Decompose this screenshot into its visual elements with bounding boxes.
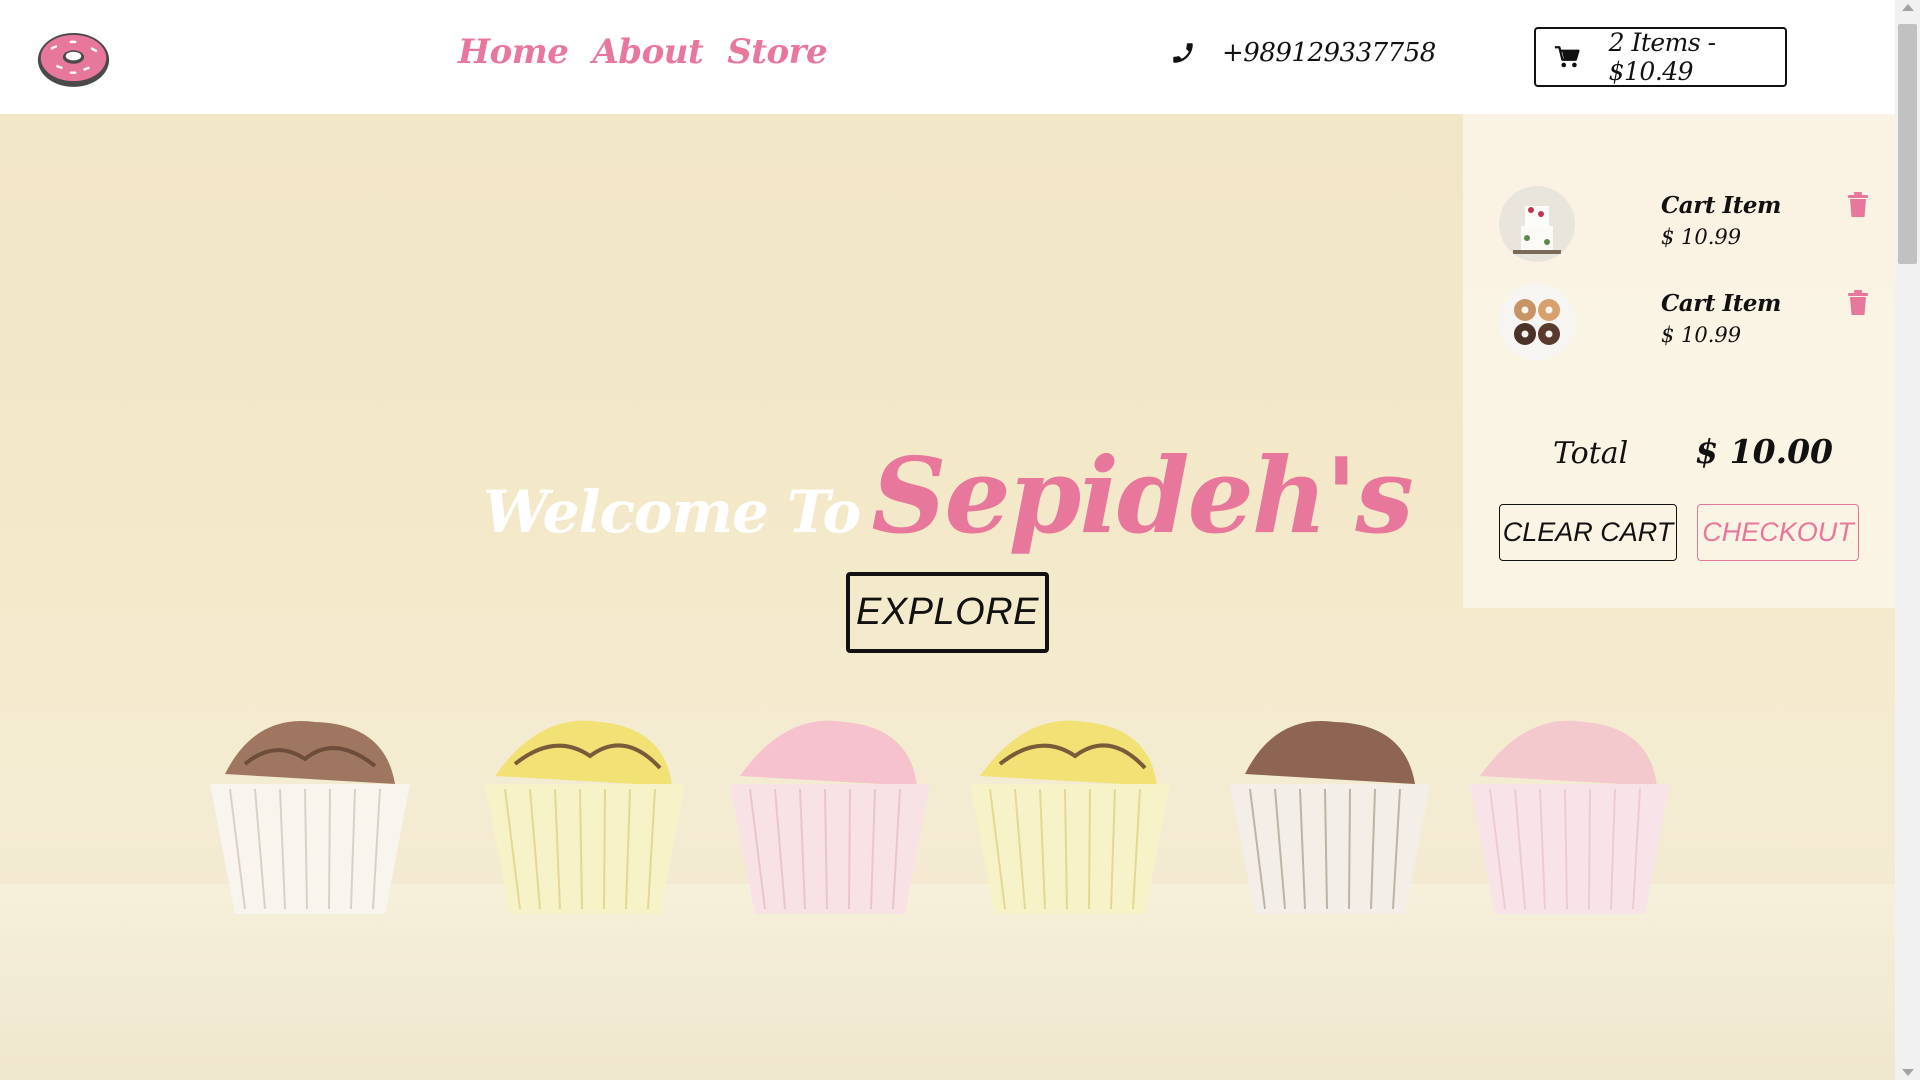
cart-summary: 2 Items - $10.49 [1608, 28, 1717, 86]
cart-item-price: $ 10.99 [1661, 323, 1742, 347]
cupcake-chocolate-image [210, 721, 410, 914]
nav-link-about[interactable]: About [592, 32, 703, 72]
cupcake-chocolate-image [1230, 721, 1430, 914]
trash-icon[interactable] [1847, 192, 1869, 218]
cart-total-row: Total $ 10.00 [1553, 432, 1833, 471]
donuts-image [1499, 284, 1575, 360]
nav-link-store[interactable]: Store [727, 32, 827, 72]
cart-item: Cart Item $ 10.99 [1499, 186, 1869, 264]
phone-icon [1173, 43, 1193, 63]
cart-item: Cart Item $ 10.99 [1499, 284, 1869, 362]
cart-actions: CLEAR CART CHECKOUT [1499, 504, 1859, 561]
scroll-down-arrow-icon[interactable] [1902, 1069, 1914, 1076]
clear-cart-button[interactable]: CLEAR CART [1499, 504, 1677, 561]
page-scrollbar[interactable] [1895, 0, 1920, 1080]
explore-button[interactable]: EXPLORE [846, 572, 1049, 653]
cart-panel: Cart Item $ 10.99 Cart Item $ 10.99 Tota… [1463, 114, 1895, 608]
cart-item-title: Cart Item [1661, 192, 1781, 219]
cupcake-yellow-image [485, 720, 685, 914]
cart-total-value: $ 10.00 [1695, 432, 1833, 471]
cart-item-info: Cart Item $ 10.99 [1661, 290, 1781, 347]
nav-link-home[interactable]: Home [458, 32, 569, 72]
shopping-cart-icon [1554, 46, 1580, 68]
scroll-up-arrow-icon[interactable] [1902, 4, 1914, 11]
cart-item-price: $ 10.99 [1661, 225, 1742, 249]
cupcake-pink-image [1470, 720, 1670, 914]
cart-button[interactable]: 2 Items - $10.49 [1534, 27, 1787, 87]
trash-icon[interactable] [1847, 290, 1869, 316]
navbar: Home About Store +989129337758 2 Items -… [0, 0, 1895, 114]
checkout-button[interactable]: CHECKOUT [1697, 504, 1859, 561]
cupcake-pink-image [730, 720, 930, 914]
hero-welcome-text: Welcome To [483, 478, 861, 546]
cart-item-info: Cart Item $ 10.99 [1661, 192, 1781, 249]
cupcake-yellow-image [970, 720, 1170, 914]
cart-item-thumbnail [1499, 284, 1575, 360]
cake-image [1499, 186, 1575, 262]
phone-contact: +989129337758 [1170, 38, 1436, 68]
cart-total-label: Total [1553, 436, 1629, 471]
cart-item-title: Cart Item [1661, 290, 1781, 317]
main-nav: Home About Store [458, 32, 828, 72]
hero-brand-name: Sepideh's [871, 434, 1413, 557]
cart-item-thumbnail [1499, 186, 1575, 262]
scrollbar-thumb[interactable] [1898, 24, 1917, 264]
phone-number: +989129337758 [1222, 38, 1436, 68]
donut-logo-icon[interactable] [35, 27, 112, 89]
